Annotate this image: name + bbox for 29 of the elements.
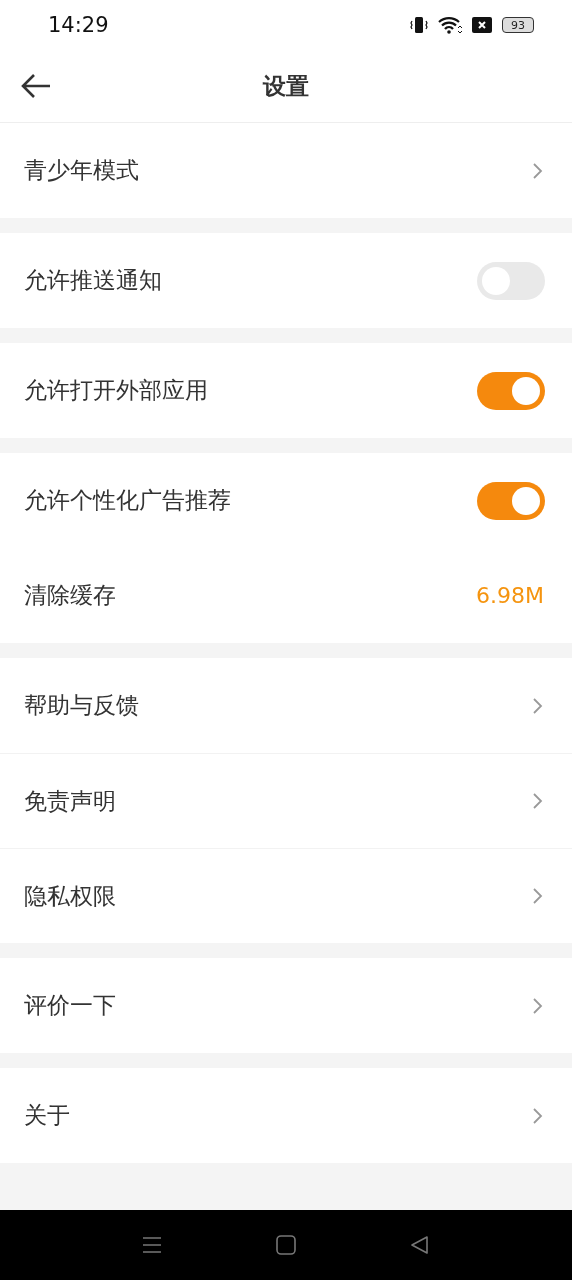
- battery-level: 93: [502, 17, 534, 33]
- chevron-icon: [532, 792, 544, 810]
- setting-label[interactable]: 允许打开外部应用: [24, 375, 208, 406]
- chevron-icon: [532, 1106, 544, 1125]
- setting-label[interactable]: 清除缓存: [24, 580, 116, 611]
- setting-label[interactable]: 青少年模式: [24, 155, 139, 186]
- chevron-icon: [532, 161, 544, 180]
- setting-label[interactable]: 隐私权限: [24, 880, 116, 912]
- setting-label[interactable]: 关于: [24, 1100, 70, 1131]
- setting-label[interactable]: 允许推送通知: [24, 265, 162, 296]
- page-title: 设置: [263, 71, 309, 101]
- toggle-switch[interactable]: [477, 371, 545, 410]
- chevron-icon: [532, 996, 544, 1015]
- back-icon[interactable]: [409, 1234, 431, 1256]
- setting-label[interactable]: 允许个性化广告推荐: [24, 485, 231, 516]
- no-sim-icon: [472, 17, 492, 33]
- chevron-icon: [532, 696, 544, 715]
- menu-icon[interactable]: [141, 1234, 163, 1256]
- setting-label[interactable]: 免责声明: [24, 785, 116, 817]
- toggle-switch[interactable]: [477, 481, 545, 520]
- setting-label[interactable]: 帮助与反馈: [24, 690, 139, 721]
- home-icon[interactable]: [275, 1234, 297, 1256]
- vibrate-icon: [410, 15, 428, 35]
- setting-label[interactable]: 评价一下: [24, 990, 116, 1021]
- status-time: 14:29: [48, 13, 109, 37]
- wifi-icon: [438, 15, 462, 35]
- cache-size: 6.98M: [476, 583, 544, 608]
- back-arrow-icon[interactable]: [20, 72, 52, 100]
- chevron-icon: [532, 887, 544, 905]
